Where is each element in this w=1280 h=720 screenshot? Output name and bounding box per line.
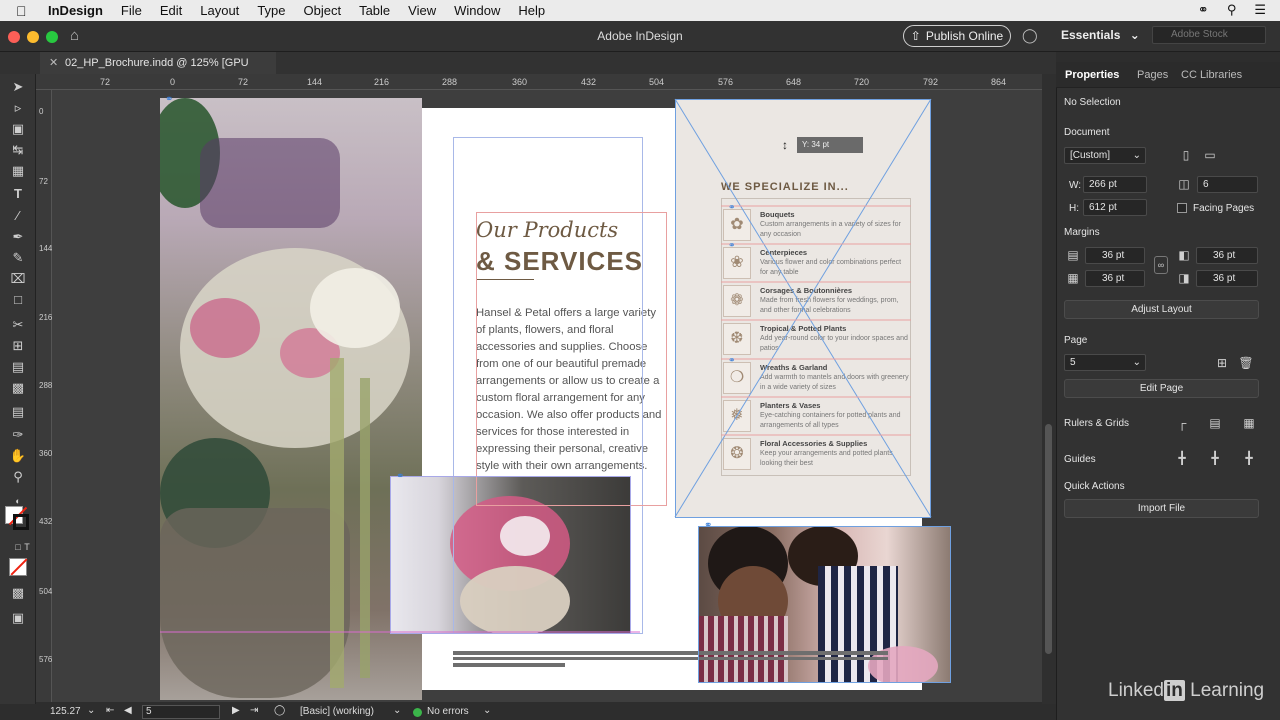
link-icon[interactable]: ⚭: [396, 471, 404, 482]
selection-status: No Selection: [1064, 97, 1121, 108]
page-select-value: 5: [1070, 357, 1076, 368]
margin-inside-value: 36 pt: [1213, 250, 1236, 261]
text-frame-edge: [453, 137, 643, 634]
pages-count-value: 6: [1203, 179, 1209, 190]
lock-guides-icon[interactable]: ╋: [1240, 449, 1258, 467]
margin-top-field[interactable]: 36 pt: [1085, 247, 1145, 264]
linkedin-learning-watermark: Linked in Learning: [1108, 680, 1264, 702]
margin-top-value: 36 pt: [1102, 250, 1125, 261]
width-value: 266 pt: [1089, 179, 1117, 190]
margin-outside-value: 36 pt: [1213, 273, 1236, 284]
height-value: 612 pt: [1089, 202, 1117, 213]
page-number-field[interactable]: 5: [142, 705, 220, 719]
link-margins-icon[interactable]: ∞: [1154, 256, 1168, 274]
edit-page-button[interactable]: Edit Page: [1064, 379, 1259, 398]
margin-inside-field[interactable]: 36 pt: [1196, 247, 1258, 264]
add-page-icon[interactable]: ⊞: [1213, 354, 1231, 372]
facing-pages-label: Facing Pages: [1193, 203, 1255, 214]
chevron-down-icon: ⌄: [1132, 150, 1141, 161]
document-preset-value: [Custom]: [1070, 150, 1111, 161]
preflight-dropdown-icon[interactable]: ⌄: [483, 705, 491, 716]
facing-pages-checkbox[interactable]: [1177, 203, 1187, 213]
quick-actions-label: Quick Actions: [1064, 481, 1125, 492]
document-section-label: Document: [1064, 127, 1110, 138]
page-select[interactable]: 5 ⌄: [1064, 354, 1146, 371]
margin-top-icon: ▤: [1067, 248, 1079, 262]
position-readout: Y: 34 pt: [797, 137, 863, 153]
watermark-learning: Learning: [1190, 680, 1265, 701]
import-file-button[interactable]: Import File: [1064, 499, 1259, 518]
open-page-icon[interactable]: ◯: [274, 705, 285, 716]
tab-cc-libraries[interactable]: CC Libraries: [1181, 69, 1242, 81]
adjust-layout-button[interactable]: Adjust Layout: [1064, 300, 1259, 319]
style-dropdown-icon[interactable]: ⌄: [393, 705, 401, 716]
last-page-icon[interactable]: ⇥: [250, 705, 258, 716]
margin-outside-field[interactable]: 36 pt: [1196, 270, 1258, 287]
width-label: W:: [1069, 180, 1082, 191]
show-guides-icon[interactable]: ╋: [1173, 449, 1191, 467]
chevron-down-icon: ⌄: [1132, 357, 1141, 368]
bouquet-frame-edge: [390, 476, 631, 634]
vertical-scrollbar[interactable]: [1042, 74, 1056, 704]
margins-section-label: Margins: [1064, 227, 1100, 238]
margin-bottom-icon: ▦: [1067, 271, 1079, 285]
florist-frame-edge: [698, 526, 951, 683]
link-icon[interactable]: ⚭: [165, 94, 173, 105]
tab-pages[interactable]: Pages: [1137, 69, 1168, 81]
smart-guides-icon[interactable]: ╋: [1206, 449, 1224, 467]
margin-inside-icon: ◧: [1178, 248, 1190, 262]
document-grid-icon[interactable]: ▦: [1240, 414, 1258, 432]
status-bar: 125.27 ⌄ ⇤ ◀ 5 ▶ ⇥ ◯ [Basic] (working) ⌄…: [0, 704, 1056, 720]
page-number: 5: [146, 706, 152, 717]
landscape-orientation-icon[interactable]: ▭: [1201, 146, 1219, 164]
link-icon[interactable]: ⚭: [728, 202, 736, 213]
margin-bottom-value: 36 pt: [1102, 273, 1125, 284]
pages-count-field[interactable]: 6: [1197, 176, 1258, 193]
link-icon[interactable]: ⚭: [728, 355, 736, 366]
height-label: H:: [1069, 203, 1079, 214]
guides-label: Guides: [1064, 454, 1096, 465]
previous-page-icon[interactable]: ◀: [124, 705, 132, 716]
margin-bottom-field[interactable]: 36 pt: [1085, 270, 1145, 287]
tab-properties[interactable]: Properties: [1065, 69, 1119, 81]
rulers-icon[interactable]: ┌: [1173, 414, 1191, 432]
link-icon[interactable]: ⚭: [704, 520, 712, 531]
watermark-badge: in: [1164, 680, 1185, 701]
move-cursor-icon: ↕: [782, 138, 788, 152]
preflight-errors[interactable]: No errors: [427, 706, 469, 717]
baseline-grid-icon[interactable]: ▤: [1206, 414, 1224, 432]
next-page-icon[interactable]: ▶: [232, 705, 240, 716]
portrait-orientation-icon[interactable]: ▯: [1177, 146, 1195, 164]
preflight-status-icon: [413, 708, 422, 717]
pages-icon: ◫: [1178, 177, 1190, 191]
page-section-label: Page: [1064, 335, 1088, 346]
style-status[interactable]: [Basic] (working): [300, 706, 374, 717]
watermark-linked: Linked: [1108, 680, 1164, 701]
document-preset-select[interactable]: [Custom] ⌄: [1064, 147, 1146, 164]
heading-frame-edge: [476, 212, 667, 506]
zoom-level[interactable]: 125.27: [50, 706, 81, 717]
link-icon[interactable]: ⚭: [728, 240, 736, 251]
first-page-icon[interactable]: ⇤: [106, 705, 114, 716]
zoom-dropdown-icon[interactable]: ⌄: [87, 705, 95, 716]
margin-outside-icon: ◨: [1178, 271, 1190, 285]
height-field[interactable]: 612 pt: [1083, 199, 1147, 216]
rulers-grids-label: Rulers & Grids: [1064, 418, 1130, 429]
width-field[interactable]: 266 pt: [1083, 176, 1147, 193]
scrollbar-thumb[interactable]: [1045, 424, 1052, 654]
delete-page-icon[interactable]: 🗑: [1237, 354, 1255, 372]
